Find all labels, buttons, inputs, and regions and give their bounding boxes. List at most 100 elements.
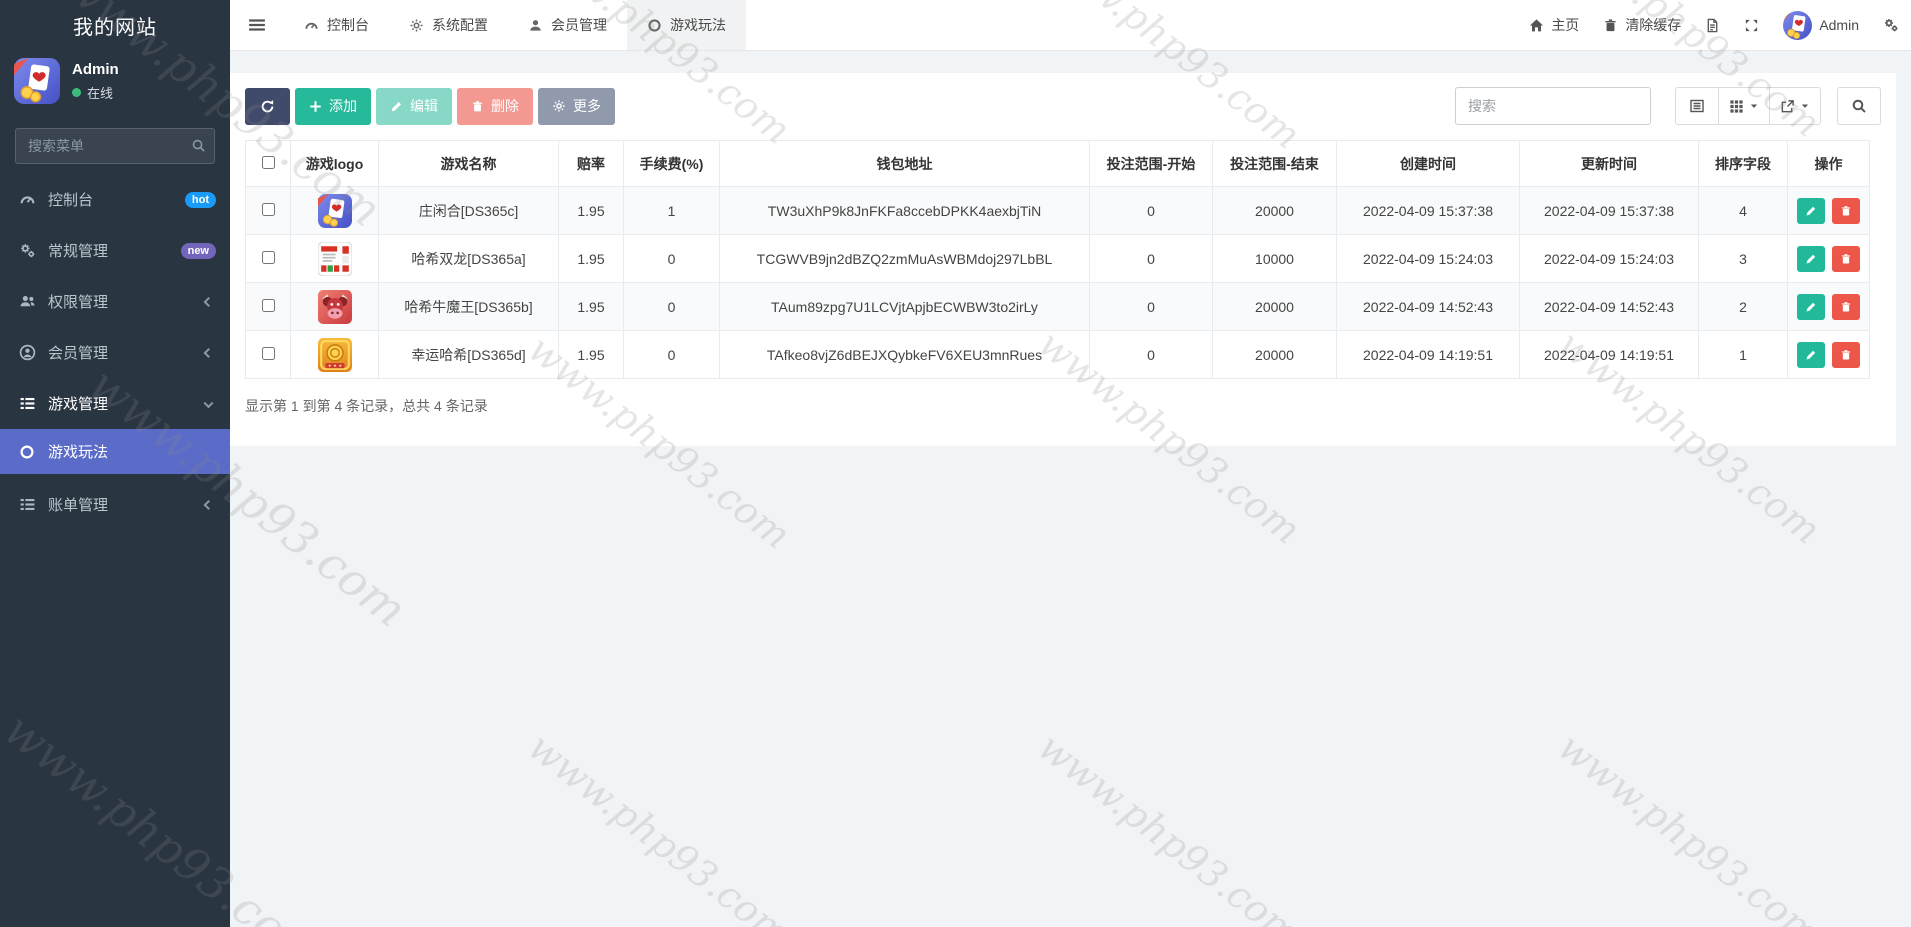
record-summary: 显示第 1 到第 4 条记录，总共 4 条记录 (245, 398, 488, 414)
row-delete-button[interactable] (1832, 293, 1861, 320)
created-time: 2022-04-09 14:19:51 (1336, 330, 1520, 379)
add-label: 添加 (329, 98, 357, 114)
menu-search (15, 128, 215, 164)
baccarat-game-logo (316, 192, 353, 229)
expand-arrows-icon (1744, 18, 1759, 33)
row-delete-button[interactable] (1832, 197, 1861, 224)
col-header-logo[interactable]: 游戏logo (290, 140, 379, 187)
row-edit-button[interactable] (1796, 197, 1825, 224)
clear-cache-link[interactable]: 清除缓存 (1603, 15, 1681, 35)
caret-down-icon (1750, 104, 1758, 108)
col-header-updated[interactable]: 更新时间 (1519, 140, 1699, 187)
wallet-address: TW3uXhP9k8JnFKFa8ccebDPKK4aexbjTiN (719, 186, 1090, 235)
settings-button[interactable] (1883, 17, 1899, 33)
row-checkbox[interactable] (261, 346, 275, 360)
columns-toggle-button[interactable] (1719, 87, 1770, 125)
clear-cache-label: 清除缓存 (1625, 17, 1682, 33)
hamburger-icon[interactable] (230, 0, 284, 50)
wallet-address: TAfkeo8vjZ6dBEJXQybkeFV6XEU3mnRues (719, 330, 1090, 379)
sidebar-item-label: 会员管理 (48, 345, 109, 362)
add-button[interactable]: 添加 (295, 87, 371, 125)
row-edit-button[interactable] (1796, 245, 1825, 272)
list-icon (18, 496, 36, 513)
search-submit-button[interactable] (1837, 87, 1881, 125)
list-icon (18, 395, 36, 412)
sidebar-item-bills[interactable]: 账单管理 (0, 479, 230, 530)
menu-search-input[interactable] (15, 128, 215, 164)
export-button[interactable] (1770, 87, 1821, 125)
table-row: 哈希牛魔王[DS365b] 1.95 0 TAum89zpg7U1LCVjtAp… (245, 282, 1870, 331)
cogs-icon (1883, 17, 1899, 33)
table-row: 哈希双龙[DS365a] 1.95 0 TCGWVB9jn2dBZQ2zmMuA… (245, 234, 1870, 283)
wallet-address: TCGWVB9jn2dBZQ2zmMuAsWBMdoj297LbBL (719, 234, 1090, 283)
more-button[interactable]: 更多 (538, 87, 615, 125)
table-search-input[interactable] (1455, 87, 1651, 125)
bet-range-end: 20000 (1212, 330, 1337, 379)
online-status-label: 在线 (87, 85, 114, 101)
sidebar-item-label: 控制台 (48, 192, 94, 209)
col-header-created[interactable]: 创建时间 (1336, 140, 1520, 187)
tab-game-play[interactable]: 游戏玩法 (627, 0, 746, 50)
home-link[interactable]: 主页 (1529, 15, 1579, 35)
delete-button[interactable]: 删除 (457, 87, 533, 125)
bet-range-start: 0 (1089, 186, 1213, 235)
top-navbar: 控制台 系统配置 会员管理 游戏玩法 主页 清除缓存 Admin (230, 0, 1911, 51)
select-all-checkbox[interactable] (261, 155, 275, 169)
sidebar-menu: 控制台 hot 常规管理 new 权限管理 会员管理 游戏管理 游戏玩法 账单管… (0, 174, 230, 530)
hot-badge: hot (184, 191, 216, 208)
gear-icon (409, 18, 424, 33)
sidebar-item-label: 权限管理 (48, 294, 109, 311)
bet-range-end: 20000 (1212, 282, 1337, 331)
sort-value: 3 (1698, 234, 1788, 283)
bull-demon-game-logo (317, 289, 352, 324)
sort-value: 1 (1698, 330, 1788, 379)
bet-range-end: 10000 (1212, 234, 1337, 283)
main-content: 添加 编辑 删除 更多 搜索 游戏logo 游戏名称 赔率 手续费(%) 钱包地… (230, 51, 1911, 927)
row-checkbox[interactable] (261, 202, 275, 216)
row-checkbox[interactable] (261, 298, 275, 312)
sidebar-item-game-play[interactable]: 游戏玩法 (0, 429, 230, 474)
delete-label: 删除 (491, 98, 519, 114)
table-view-button-group (1675, 87, 1821, 125)
more-label: 更多 (573, 98, 601, 114)
sidebar-item-label: 游戏管理 (48, 396, 109, 413)
caret-down-icon (1801, 104, 1809, 108)
sidebar-item-permissions[interactable]: 权限管理 (0, 276, 230, 327)
tab-dashboard[interactable]: 控制台 (284, 0, 389, 50)
col-header-sort[interactable]: 排序字段 (1698, 140, 1788, 187)
col-header-wallet[interactable]: 钱包地址 (719, 140, 1090, 187)
col-header-bet-end[interactable]: 投注范围-结束 (1212, 140, 1337, 187)
detail-view-button[interactable] (1675, 87, 1719, 125)
sidebar-item-members[interactable]: 会员管理 (0, 327, 230, 378)
sidebar-item-dashboard[interactable]: 控制台 hot (0, 174, 230, 225)
row-delete-button[interactable] (1832, 245, 1861, 272)
user-meta: Admin 在线 (72, 61, 119, 102)
col-header-bet-start[interactable]: 投注范围-开始 (1089, 140, 1213, 187)
tab-system-config[interactable]: 系统配置 (389, 0, 508, 50)
bet-range-start: 0 (1089, 282, 1213, 331)
tachometer-icon (18, 191, 36, 208)
row-edit-button[interactable] (1796, 341, 1825, 368)
sidebar-item-games[interactable]: 游戏管理 (0, 378, 230, 429)
edit-button[interactable]: 编辑 (376, 87, 452, 125)
row-edit-button[interactable] (1796, 293, 1825, 320)
tab-members[interactable]: 会员管理 (508, 0, 627, 50)
chevron-left-icon (203, 499, 214, 510)
online-status-dot (72, 87, 81, 97)
language-file-button[interactable] (1705, 18, 1720, 33)
col-header-name[interactable]: 游戏名称 (378, 140, 559, 187)
table-panel: 添加 编辑 删除 更多 搜索 游戏logo 游戏名称 赔率 手续费(%) 钱包地… (230, 73, 1896, 446)
bet-range-start: 0 (1089, 330, 1213, 379)
user-menu[interactable]: Admin (1783, 10, 1859, 40)
row-delete-button[interactable] (1832, 341, 1861, 368)
sidebar-item-general[interactable]: 常规管理 new (0, 225, 230, 276)
col-header-odds[interactable]: 赔率 (558, 140, 624, 187)
table-header-row: 游戏logo 游戏名称 赔率 手续费(%) 钱包地址 投注范围-开始 投注范围-… (245, 140, 1870, 187)
sort-value: 4 (1698, 186, 1788, 235)
fullscreen-button[interactable] (1744, 18, 1759, 33)
refresh-button[interactable] (245, 87, 290, 125)
col-header-fee[interactable]: 手续费(%) (623, 140, 720, 187)
updated-time: 2022-04-09 14:19:51 (1519, 330, 1699, 379)
game-odds: 1.95 (558, 330, 624, 379)
row-checkbox[interactable] (261, 250, 275, 264)
